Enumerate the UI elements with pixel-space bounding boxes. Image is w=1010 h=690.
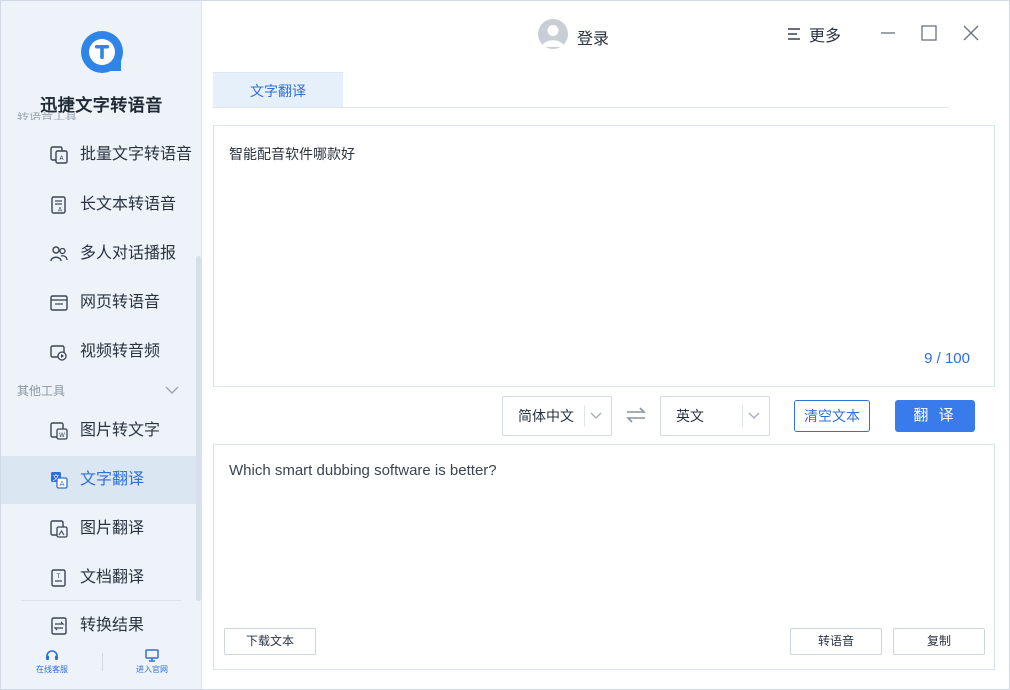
svg-text:T: T xyxy=(56,573,61,580)
sidebar-item-label: 多人对话播报 xyxy=(80,245,177,262)
image-translate-icon xyxy=(50,520,68,538)
result-icon xyxy=(51,617,67,635)
select-separator xyxy=(742,405,743,427)
svg-text:A: A xyxy=(60,480,65,488)
swap-languages-icon[interactable] xyxy=(624,405,648,425)
sidebar-scrollbar[interactable] xyxy=(196,256,201,601)
maximize-icon[interactable] xyxy=(919,23,939,43)
select-separator xyxy=(584,405,585,427)
sidebar-item-label: 文字翻译 xyxy=(80,471,145,488)
batch-text-icon: A xyxy=(50,146,68,164)
download-text-button[interactable]: 下载文本 xyxy=(224,628,316,655)
sidebar-item-multi-dialogue[interactable]: 多人对话播报 xyxy=(1,230,197,278)
monitor-icon xyxy=(145,649,159,662)
svg-text:W: W xyxy=(59,432,65,439)
more-menu-button[interactable]: 更多 xyxy=(787,23,841,45)
sidebar-item-image-to-text[interactable]: W 图片转文字 xyxy=(1,407,197,455)
chevron-down-icon[interactable] xyxy=(165,385,179,395)
chevron-down-icon xyxy=(590,412,602,419)
section-label-tts-tools: 转语音工具 xyxy=(17,112,78,120)
minimize-icon[interactable] xyxy=(878,23,898,43)
sidebar-item-label: 转换结果 xyxy=(80,617,145,634)
target-language-value: 英文 xyxy=(676,408,704,424)
sidebar-item-batch-tts[interactable]: A 批量文字转语音 xyxy=(1,131,197,179)
clear-text-button[interactable]: 清空文本 xyxy=(794,400,870,432)
official-site-link[interactable]: 进入官网 xyxy=(112,649,192,675)
copy-button[interactable]: 复制 xyxy=(893,628,985,655)
app-window: 迅捷文字转语音 转语音工具 A 批量文字转语音 A 长文本转语音 多人对话播报 … xyxy=(0,0,1010,690)
text-translate-icon: 文 A xyxy=(51,472,68,489)
online-support-link[interactable]: 在线客服 xyxy=(12,649,92,675)
sidebar-item-label: 视频转音频 xyxy=(80,343,161,360)
to-speech-button[interactable]: 转语音 xyxy=(790,628,882,655)
translation-result-area[interactable]: Which smart dubbing software is better? … xyxy=(213,444,995,670)
sidebar-item-label: 图片转文字 xyxy=(80,422,161,439)
tab-text-translate[interactable]: 文字翻译 xyxy=(213,72,343,108)
sidebar-item-label: 图片翻译 xyxy=(80,520,145,537)
chevron-down-icon xyxy=(748,412,760,419)
official-site-label: 进入官网 xyxy=(136,665,168,674)
source-language-select[interactable]: 简体中文 xyxy=(502,396,612,436)
source-language-value: 简体中文 xyxy=(518,408,574,424)
headset-icon xyxy=(46,650,58,660)
sidebar-item-video-to-audio[interactable]: 视频转音频 xyxy=(1,328,197,376)
target-language-select[interactable]: 英文 xyxy=(660,396,770,436)
char-count: 9 / 100 xyxy=(924,350,970,367)
sidebar-item-results[interactable]: 转换结果 xyxy=(1,602,197,650)
avatar[interactable] xyxy=(538,19,568,49)
app-logo-icon xyxy=(81,31,123,73)
sidebar-item-image-translate[interactable]: 图片翻译 xyxy=(1,505,197,553)
multi-person-icon xyxy=(50,246,68,262)
translated-text[interactable]: Which smart dubbing software is better? xyxy=(229,462,497,479)
webpage-icon xyxy=(50,295,68,311)
image-to-text-icon: W xyxy=(50,422,68,440)
sidebar-item-label: 文档翻译 xyxy=(80,569,145,586)
source-text[interactable]: 智能配音软件哪款好 xyxy=(229,144,355,164)
close-icon[interactable] xyxy=(961,23,981,43)
long-text-icon: A xyxy=(51,196,66,214)
sidebar-item-doc-translate[interactable]: T 文档翻译 xyxy=(1,554,197,602)
sidebar-divider xyxy=(21,600,181,601)
bottom-separator xyxy=(102,653,103,671)
menu-icon xyxy=(788,28,800,40)
more-label: 更多 xyxy=(809,28,842,45)
login-link[interactable]: 登录 xyxy=(577,25,609,49)
tab-underline xyxy=(213,107,949,108)
sidebar-item-label: 网页转语音 xyxy=(80,294,161,311)
sidebar-item-long-text-tts[interactable]: A 长文本转语音 xyxy=(1,181,197,229)
sidebar-item-label: 长文本转语音 xyxy=(80,196,177,213)
source-text-area[interactable]: 智能配音软件哪款好 9 / 100 xyxy=(213,125,995,387)
user-icon xyxy=(542,25,564,47)
sidebar-item-label: 批量文字转语音 xyxy=(80,146,193,163)
sidebar-item-webpage-tts[interactable]: 网页转语音 xyxy=(1,279,197,327)
sidebar-item-text-translate[interactable]: 文 A 文字翻译 xyxy=(1,456,197,504)
video-icon xyxy=(50,345,67,361)
section-label-other-tools: 其他工具 xyxy=(17,384,66,398)
sidebar: 迅捷文字转语音 转语音工具 A 批量文字转语音 A 长文本转语音 多人对话播报 … xyxy=(1,1,202,689)
doc-translate-icon: T xyxy=(51,569,66,587)
online-support-label: 在线客服 xyxy=(36,665,68,674)
translate-button[interactable]: 翻 译 xyxy=(895,400,975,432)
